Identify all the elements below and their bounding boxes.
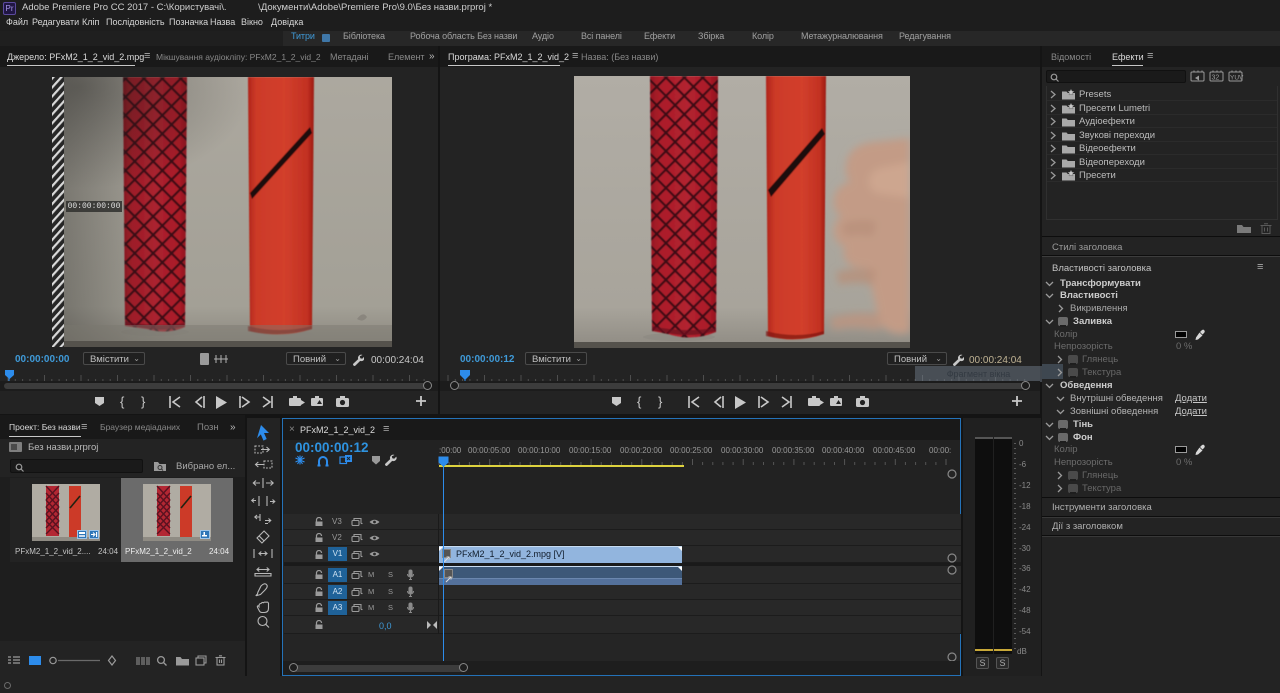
svg-text:YUV: YUV — [1230, 75, 1244, 82]
svg-text:{: { — [120, 394, 125, 409]
svg-text:32: 32 — [1212, 75, 1220, 82]
svg-text:}: } — [658, 394, 663, 409]
svg-text:{: { — [637, 394, 642, 409]
svg-text:}: } — [141, 394, 146, 409]
